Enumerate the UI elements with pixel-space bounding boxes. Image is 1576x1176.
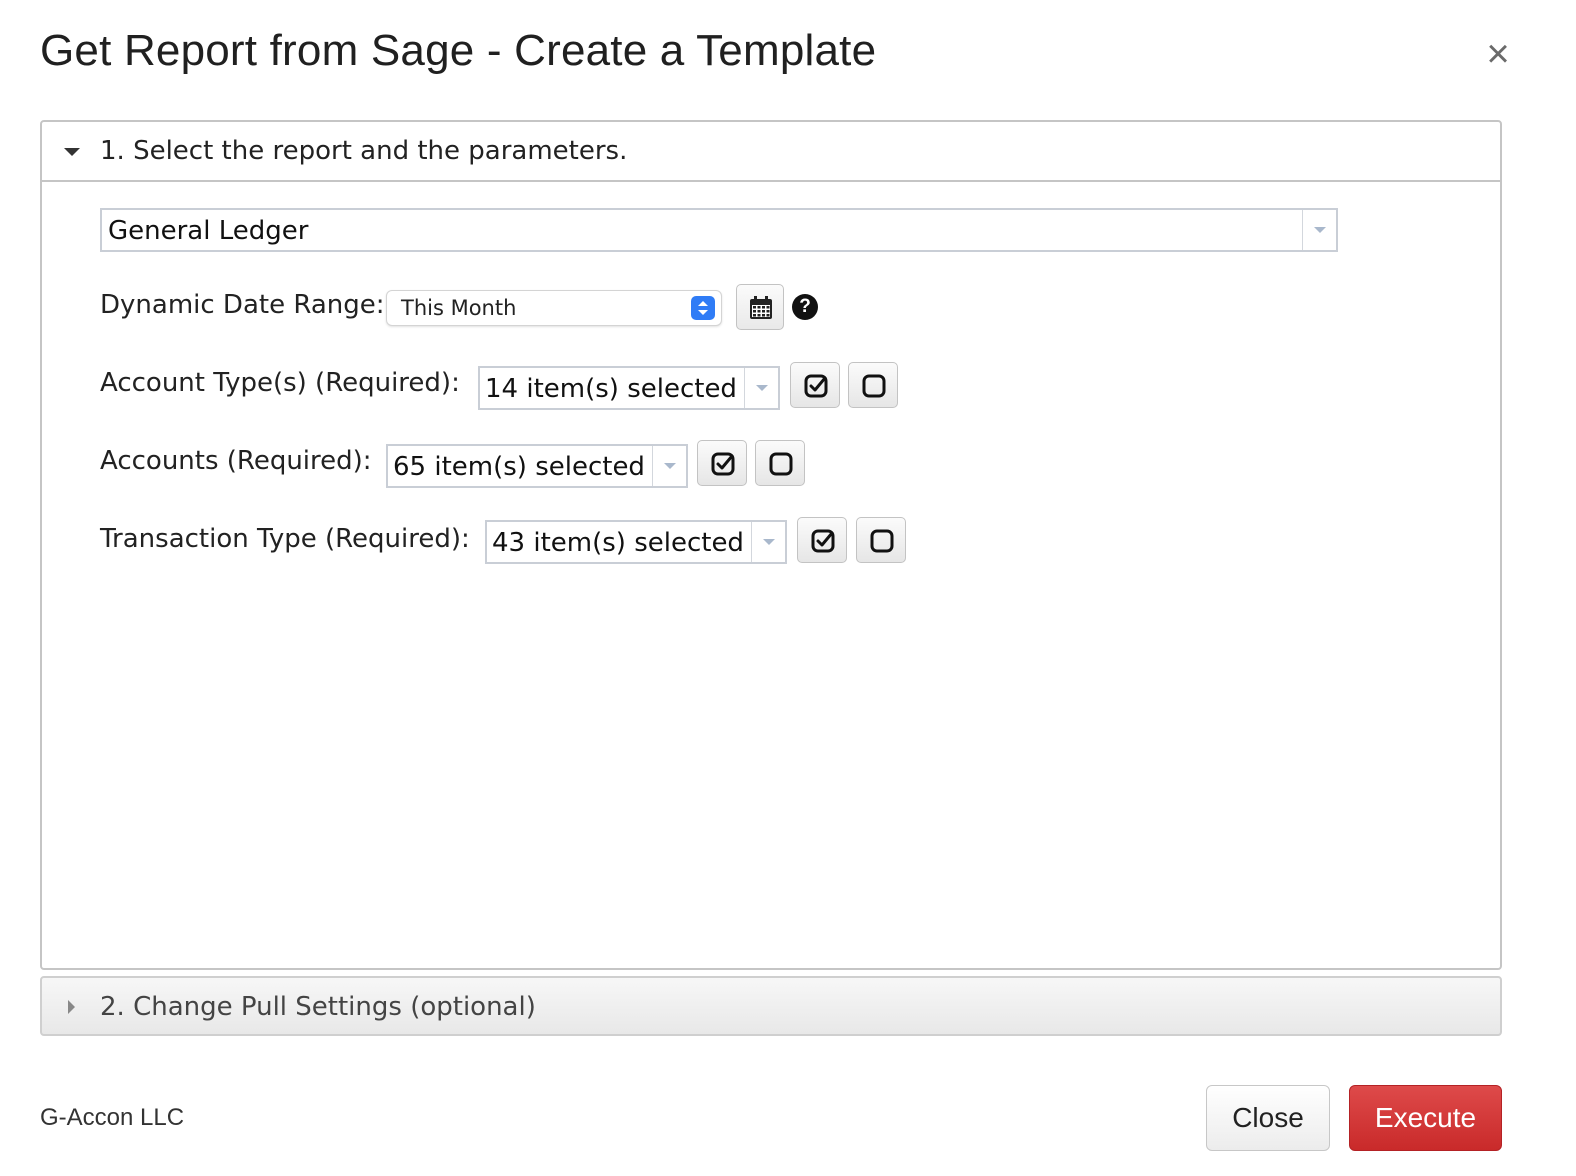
section-header[interactable]: 1. Select the report and the parameters. (42, 122, 1500, 182)
transaction-type-select-all-button[interactable] (797, 517, 847, 563)
transaction-type-value: 43 item(s) selected (492, 528, 744, 558)
report-select[interactable]: General Ledger (100, 208, 1338, 252)
report-select-value: General Ledger (108, 216, 309, 246)
chevron-down-icon[interactable] (751, 522, 785, 562)
account-types-select[interactable]: 14 item(s) selected (478, 366, 780, 410)
help-icon[interactable]: ? (792, 294, 818, 320)
deselect-all-icon (870, 529, 894, 553)
transaction-type-label: Transaction Type (Required): (100, 524, 470, 554)
section-pull-settings[interactable]: 2. Change Pull Settings (optional) (40, 976, 1502, 1036)
close-button[interactable]: Close (1206, 1085, 1330, 1151)
account-types-value: 14 item(s) selected (485, 374, 737, 404)
calendar-button[interactable] (736, 284, 784, 330)
select-all-icon (804, 374, 828, 398)
date-range-label: Dynamic Date Range: (100, 290, 385, 320)
chevron-down-icon[interactable] (1302, 210, 1336, 250)
select-all-icon (711, 452, 735, 476)
accounts-label: Accounts (Required): (100, 446, 372, 476)
section-title: 1. Select the report and the parameters. (100, 136, 628, 166)
accounts-deselect-all-button[interactable] (755, 440, 805, 486)
close-icon[interactable]: × (1478, 34, 1518, 74)
chevron-down-icon[interactable] (652, 446, 686, 486)
footer-brand: G-Accon LLC (40, 1104, 185, 1131)
chevron-down-icon[interactable] (744, 368, 778, 408)
triangle-down-icon (64, 148, 80, 156)
transaction-type-select[interactable]: 43 item(s) selected (485, 520, 787, 564)
deselect-all-icon (769, 452, 793, 476)
triangle-right-icon (68, 1000, 75, 1014)
accounts-select-all-button[interactable] (697, 440, 747, 486)
date-range-value: This Month (401, 296, 517, 320)
select-stepper-icon (691, 296, 715, 320)
accounts-select[interactable]: 65 item(s) selected (386, 444, 688, 488)
section-title: 2. Change Pull Settings (optional) (100, 992, 536, 1022)
calendar-icon (750, 296, 772, 319)
execute-button[interactable]: Execute (1349, 1085, 1502, 1151)
deselect-all-icon (862, 374, 886, 398)
accounts-value: 65 item(s) selected (393, 452, 645, 482)
account-types-select-all-button[interactable] (790, 362, 840, 408)
transaction-type-deselect-all-button[interactable] (856, 517, 906, 563)
select-all-icon (811, 529, 835, 553)
dialog-title: Get Report from Sage - Create a Template (40, 26, 877, 75)
date-range-select[interactable]: This Month (386, 290, 722, 326)
account-types-label: Account Type(s) (Required): (100, 368, 460, 398)
section-report-parameters: 1. Select the report and the parameters.… (40, 120, 1502, 970)
account-types-deselect-all-button[interactable] (848, 362, 898, 408)
